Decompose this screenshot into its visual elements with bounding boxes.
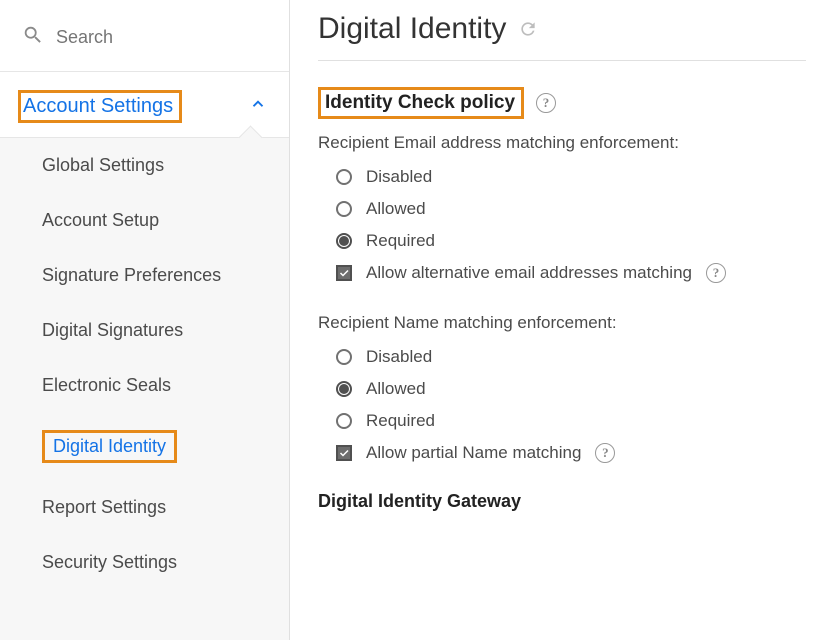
- radio-name-allowed[interactable]: Allowed: [318, 373, 806, 405]
- sidebar-item-digital-identity[interactable]: Digital Identity: [0, 413, 289, 480]
- radio-name-required[interactable]: Required: [318, 405, 806, 437]
- checkbox-allow-alt-email[interactable]: Allow alternative email addresses matchi…: [318, 257, 806, 289]
- radio-icon: [336, 233, 352, 249]
- radio-icon: [336, 349, 352, 365]
- search-row: [0, 0, 289, 72]
- help-icon[interactable]: ?: [706, 263, 726, 283]
- search-input[interactable]: [56, 27, 288, 48]
- radio-label: Allowed: [366, 199, 426, 219]
- page-title: Digital Identity: [318, 12, 506, 46]
- sidebar-item-security-settings[interactable]: Security Settings: [0, 535, 289, 590]
- checkbox-allow-partial-name[interactable]: Allow partial Name matching ?: [318, 437, 806, 469]
- radio-email-disabled[interactable]: Disabled: [318, 161, 806, 193]
- policy-title: Identity Check policy: [318, 87, 524, 119]
- checkbox-label: Allow alternative email addresses matchi…: [366, 263, 692, 283]
- help-icon[interactable]: ?: [595, 443, 615, 463]
- sidebar-item-electronic-seals[interactable]: Electronic Seals: [0, 358, 289, 413]
- email-group-label: Recipient Email address matching enforce…: [318, 133, 806, 153]
- name-group-label: Recipient Name matching enforcement:: [318, 313, 806, 333]
- radio-label: Allowed: [366, 379, 426, 399]
- radio-email-allowed[interactable]: Allowed: [318, 193, 806, 225]
- help-icon[interactable]: ?: [536, 93, 556, 113]
- gateway-title: Digital Identity Gateway: [318, 491, 806, 512]
- radio-label: Required: [366, 411, 435, 431]
- radio-icon: [336, 381, 352, 397]
- checkbox-icon: [336, 265, 352, 281]
- sidebar-items: Global Settings Account Setup Signature …: [0, 137, 289, 640]
- refresh-icon[interactable]: [518, 19, 538, 39]
- radio-label: Required: [366, 231, 435, 251]
- policy-title-row: Identity Check policy ?: [318, 87, 806, 119]
- radio-label: Disabled: [366, 347, 432, 367]
- sidebar-item-global-settings[interactable]: Global Settings: [0, 138, 289, 193]
- section-header-account-settings[interactable]: Account Settings: [0, 72, 289, 137]
- sidebar-item-digital-signatures[interactable]: Digital Signatures: [0, 303, 289, 358]
- radio-name-disabled[interactable]: Disabled: [318, 341, 806, 373]
- radio-icon: [336, 201, 352, 217]
- sidebar-item-report-settings[interactable]: Report Settings: [0, 480, 289, 535]
- checkbox-icon: [336, 445, 352, 461]
- sidebar-item-account-setup[interactable]: Account Setup: [0, 193, 289, 248]
- search-icon: [22, 24, 44, 51]
- section-header-label: Account Settings: [18, 90, 182, 123]
- radio-email-required[interactable]: Required: [318, 225, 806, 257]
- radio-label: Disabled: [366, 167, 432, 187]
- radio-icon: [336, 413, 352, 429]
- checkbox-label: Allow partial Name matching: [366, 443, 581, 463]
- chevron-up-icon: [249, 95, 267, 118]
- sidebar-item-signature-preferences[interactable]: Signature Preferences: [0, 248, 289, 303]
- radio-icon: [336, 169, 352, 185]
- page-title-row: Digital Identity: [318, 12, 806, 61]
- sidebar: Account Settings Global Settings Account…: [0, 0, 290, 640]
- main-content: Digital Identity Identity Check policy ?…: [290, 0, 826, 640]
